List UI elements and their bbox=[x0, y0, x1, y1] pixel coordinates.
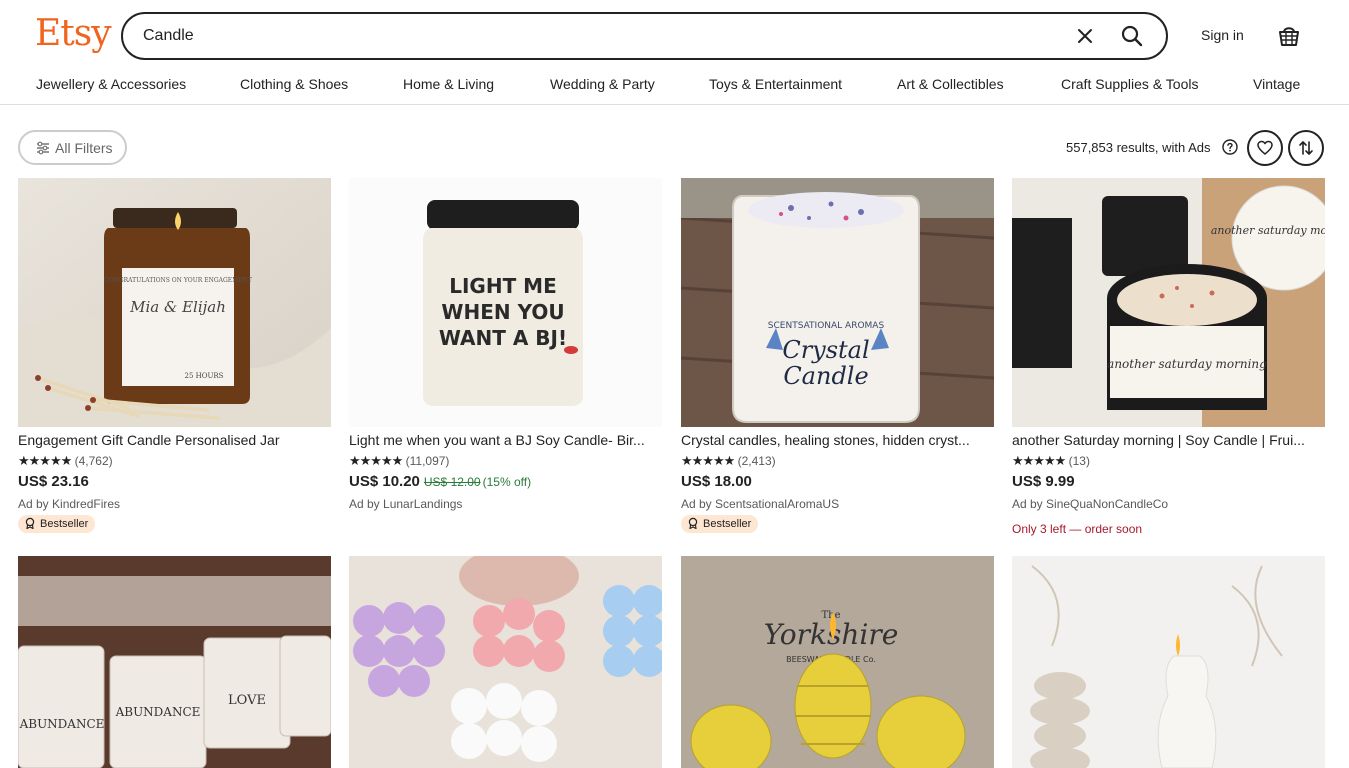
sort-icon bbox=[1299, 141, 1313, 155]
etsy-logo[interactable]: Etsy bbox=[35, 12, 112, 56]
review-count: (11,097) bbox=[405, 454, 450, 468]
star-rating: ★★★★★ bbox=[18, 453, 72, 468]
category-art[interactable]: Art & Collectibles bbox=[897, 76, 1004, 92]
listing-image-text: another saturday morning bbox=[1211, 224, 1325, 237]
search-icon[interactable] bbox=[1120, 24, 1144, 48]
listing-image[interactable]: ABUNDANCE ABUNDANCE LOVE bbox=[18, 556, 331, 768]
original-price: US$ 12.00 bbox=[423, 475, 481, 489]
star-rating: ★★★★★ bbox=[1012, 453, 1066, 468]
stock-warning: Only 3 left — order soon bbox=[1012, 522, 1143, 536]
listing-image-text: Crystal bbox=[782, 336, 869, 364]
listing-image[interactable] bbox=[349, 556, 662, 768]
close-icon[interactable] bbox=[1074, 25, 1096, 47]
category-jewellery[interactable]: Jewellery & Accessories bbox=[36, 76, 186, 92]
bestseller-badge: Bestseller bbox=[18, 515, 96, 533]
all-filters-button[interactable]: All Filters bbox=[18, 130, 127, 165]
listing-rating: ★★★★★ (2,413) bbox=[681, 453, 776, 469]
listing-price: US$ 18.00 bbox=[681, 473, 752, 490]
results-count: 557,853 results, with Ads bbox=[1066, 140, 1211, 155]
discount-label: (15% off) bbox=[482, 475, 532, 489]
listing-title[interactable]: Light me when you want a BJ Soy Candle- … bbox=[349, 432, 662, 448]
listing-card[interactable]: LIGHT ME WHEN YOU WANT A BJ! Light me wh… bbox=[349, 178, 662, 538]
listing-image-text: ABUNDANCE bbox=[115, 705, 201, 719]
search-bar bbox=[121, 12, 1168, 60]
sale-price: US$ 10.20 bbox=[349, 473, 420, 490]
listing-image-text: another saturday morning bbox=[1107, 357, 1267, 371]
listing-card[interactable]: another saturday morning another saturda… bbox=[1012, 178, 1325, 538]
award-icon bbox=[25, 517, 35, 529]
listing-image-text: LOVE bbox=[228, 693, 266, 708]
listing-image[interactable]: another saturday morning another saturda… bbox=[1012, 178, 1325, 427]
listing-card[interactable] bbox=[349, 556, 662, 768]
sign-in-link[interactable]: Sign in bbox=[1201, 27, 1244, 43]
listing-card[interactable]: SCENTSATIONAL AROMAS Crystal Candle Crys… bbox=[681, 178, 994, 538]
listing-card[interactable]: CONGRATULATIONS ON YOUR ENGAGEMENT Mia &… bbox=[18, 178, 331, 538]
listing-image-text: LIGHT ME bbox=[449, 274, 557, 298]
header: Etsy Sign in bbox=[0, 0, 1349, 62]
listing-image-text: Mia & Elijah bbox=[129, 298, 226, 316]
listing-image-text: CONGRATULATIONS ON YOUR ENGAGEMENT bbox=[104, 277, 252, 284]
listing-card[interactable]: ABUNDANCE ABUNDANCE LOVE bbox=[18, 556, 331, 768]
listing-price: US$ 23.16 bbox=[18, 473, 89, 490]
review-count: (4,762) bbox=[74, 454, 113, 468]
star-rating: ★★★★★ bbox=[349, 453, 403, 468]
review-count: (13) bbox=[1068, 454, 1090, 468]
listing-image[interactable]: SCENTSATIONAL AROMAS Crystal Candle bbox=[681, 178, 994, 427]
award-icon bbox=[688, 517, 698, 529]
category-nav: Jewellery & Accessories Clothing & Shoes… bbox=[0, 62, 1349, 105]
heart-icon bbox=[1257, 140, 1273, 155]
listing-rating: ★★★★★ (13) bbox=[1012, 453, 1090, 469]
category-toys[interactable]: Toys & Entertainment bbox=[709, 76, 842, 92]
listing-image-text: WANT A BJ! bbox=[439, 326, 567, 350]
all-filters-label: All Filters bbox=[55, 140, 113, 156]
listing-image-text: ABUNDANCE bbox=[19, 717, 105, 731]
listing-image[interactable] bbox=[1012, 556, 1325, 768]
bestseller-label: Bestseller bbox=[40, 518, 89, 530]
category-clothing[interactable]: Clothing & Shoes bbox=[240, 76, 348, 92]
listing-ad-shop[interactable]: Ad by LunarLandings bbox=[349, 497, 462, 511]
listing-card[interactable]: The Yorkshire BEESWAX CANDLE Co. bbox=[681, 556, 994, 768]
sort-button[interactable] bbox=[1288, 130, 1324, 166]
listing-image[interactable]: CONGRATULATIONS ON YOUR ENGAGEMENT Mia &… bbox=[18, 178, 331, 427]
filter-icon bbox=[37, 141, 49, 155]
listing-ad-shop[interactable]: Ad by ScentsationalAromaUS bbox=[681, 497, 839, 511]
listing-image-text: SCENTSATIONAL AROMAS bbox=[768, 321, 885, 331]
listing-ad-shop[interactable]: Ad by SineQuaNonCandleCo bbox=[1012, 497, 1168, 511]
listing-title[interactable]: Engagement Gift Candle Personalised Jar bbox=[18, 432, 331, 448]
category-vintage[interactable]: Vintage bbox=[1253, 76, 1300, 92]
star-rating: ★★★★★ bbox=[681, 453, 735, 468]
listing-rating: ★★★★★ (11,097) bbox=[349, 453, 449, 469]
bestseller-badge: Bestseller bbox=[681, 515, 759, 533]
help-icon[interactable] bbox=[1222, 139, 1238, 155]
listing-image[interactable]: The Yorkshire BEESWAX CANDLE Co. bbox=[681, 556, 994, 768]
category-home[interactable]: Home & Living bbox=[403, 76, 494, 92]
listing-image-text: 25 HOURS bbox=[185, 372, 224, 380]
listing-image-text: WHEN YOU bbox=[441, 300, 564, 324]
listing-rating: ★★★★★ (4,762) bbox=[18, 453, 113, 469]
listing-card[interactable] bbox=[1012, 556, 1325, 768]
review-count: (2,413) bbox=[737, 454, 776, 468]
listing-ad-shop[interactable]: Ad by KindredFires bbox=[18, 497, 120, 511]
listing-title[interactable]: Crystal candles, healing stones, hidden … bbox=[681, 432, 994, 448]
listing-price: US$ 10.20 US$ 12.00 (15% off) bbox=[349, 473, 531, 490]
listing-image[interactable]: LIGHT ME WHEN YOU WANT A BJ! bbox=[349, 178, 662, 427]
favorite-search-button[interactable] bbox=[1247, 130, 1283, 166]
listing-price: US$ 9.99 bbox=[1012, 473, 1075, 490]
category-wedding[interactable]: Wedding & Party bbox=[550, 76, 655, 92]
bestseller-label: Bestseller bbox=[703, 518, 752, 530]
search-input[interactable] bbox=[143, 24, 1043, 48]
category-craft[interactable]: Craft Supplies & Tools bbox=[1061, 76, 1198, 92]
listing-title[interactable]: another Saturday morning | Soy Candle | … bbox=[1012, 432, 1325, 448]
listing-image-text: Candle bbox=[783, 362, 868, 390]
basket-icon[interactable] bbox=[1276, 22, 1302, 48]
